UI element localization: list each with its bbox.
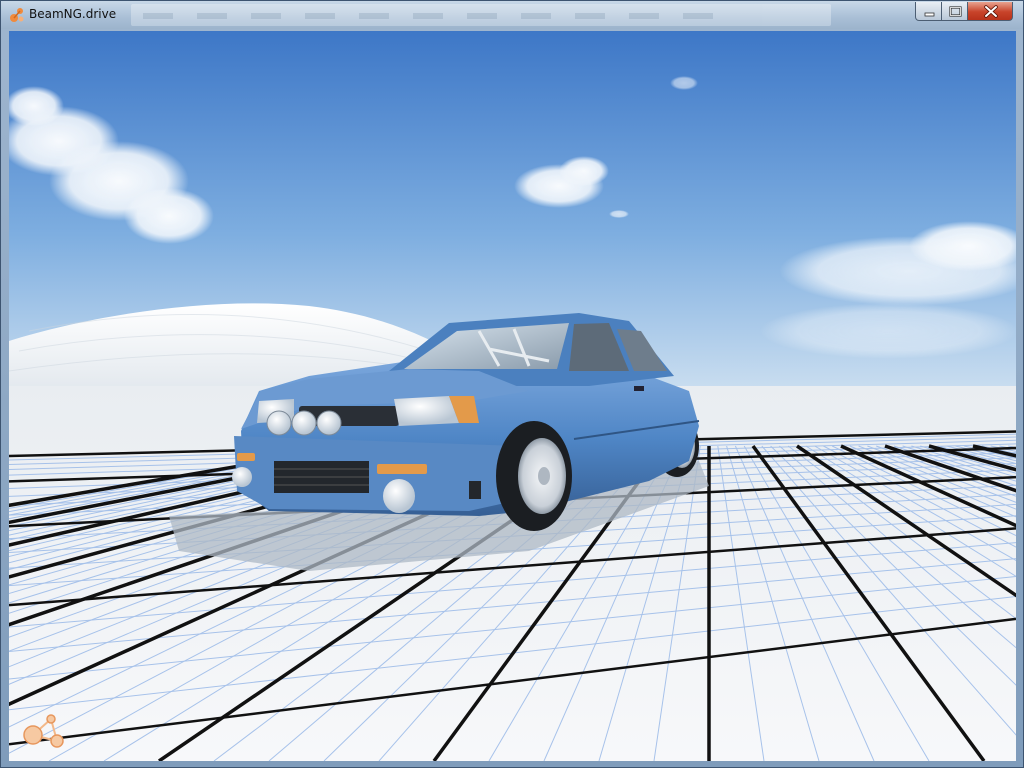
close-button[interactable] [967,2,1013,21]
window-title: BeamNG.drive [29,7,117,21]
close-icon [984,5,998,18]
minimize-icon [924,12,935,17]
minimize-button[interactable] [915,2,942,21]
maximize-button[interactable] [941,2,968,21]
maximize-icon [949,6,962,17]
game-window: BeamNG.drive [0,0,1024,768]
title-bar[interactable]: BeamNG.drive [1,1,1023,29]
beamng-app-icon [10,8,24,22]
beamng-logo-icon [23,714,64,748]
scene-render [9,31,1016,761]
game-viewport[interactable] [9,31,1016,761]
ghost-menubar [131,4,831,26]
